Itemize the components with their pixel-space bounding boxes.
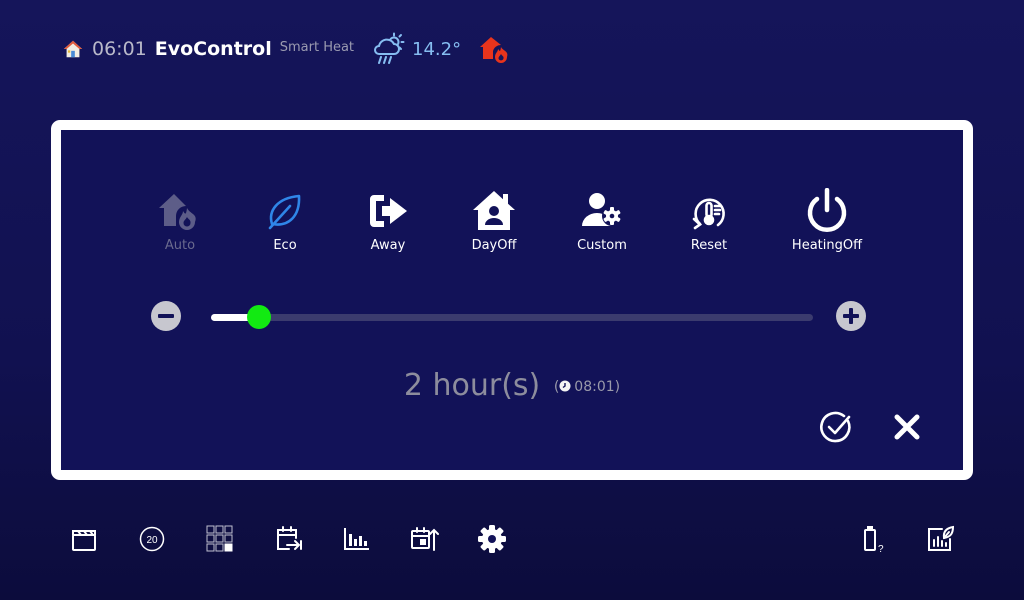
battery-status-button[interactable]: ? [852,518,892,560]
house-flame-icon [159,194,196,230]
app-name: EvoControl [154,38,272,60]
slider-knob[interactable] [247,305,272,329]
exit-arrow-icon [370,195,407,227]
duration-slider[interactable] [211,305,813,329]
mode-selector: Auto Eco Away DayOff Custom Reset Heatin… [61,188,963,268]
power-icon [807,188,847,232]
calendar-upload-button[interactable] [404,518,444,560]
duration-text: 2 hour(s) [403,368,541,403]
decrease-duration-button[interactable] [150,300,182,332]
svg-text:20: 20 [146,535,158,546]
mode-label: Reset [690,238,728,253]
zones-grid-button[interactable] [200,518,240,560]
cancel-button[interactable] [888,408,926,446]
mode-label: Eco [273,238,297,253]
cloud-rain-sun-icon [374,32,405,64]
setpoint-button[interactable]: 20 [132,518,172,560]
grid-icon [206,525,233,552]
calendar-up-icon [411,527,439,551]
status-bar: 06:01 EvoControl Smart Heat 14.2° [62,32,511,66]
mode-label: DayOff [471,238,517,253]
calendar-arrow-icon [277,526,302,550]
battery-question-icon: ? [864,526,884,554]
user-gear-icon [582,193,622,226]
number-20-icon: 20 [139,526,165,552]
app-subtitle: Smart Heat [279,39,355,55]
settings-button[interactable] [472,518,512,560]
confirm-button[interactable] [817,408,855,446]
schedule-button[interactable] [268,518,308,560]
clapperboard-icon [72,530,96,551]
mode-label: Auto [164,238,196,253]
duration-display: 2 hour(s) (08:01) [61,368,963,403]
mode-auto[interactable]: Auto [125,188,235,253]
mode-reset[interactable]: Reset [654,188,764,253]
mode-dialog: Auto Eco Away DayOff Custom Reset Heatin… [51,120,973,480]
mode-label: Away [370,238,406,253]
house-person-icon [473,191,515,230]
home-icon[interactable] [62,38,84,60]
clock-icon [559,380,571,392]
energy-report-button[interactable] [920,518,960,560]
house-flame-icon[interactable] [479,35,511,63]
until-time: (08:01) [553,379,621,395]
mode-custom[interactable]: Custom [547,188,657,253]
leaf-icon [268,194,301,230]
mode-dayoff[interactable]: DayOff [439,188,549,253]
until-time-value: 08:01 [574,379,615,395]
scenes-button[interactable] [64,518,104,560]
mode-heatingoff[interactable]: HeatingOff [772,188,882,253]
mode-away[interactable]: Away [333,188,443,253]
svg-text:?: ? [878,544,884,554]
chart-leaf-icon [928,525,955,551]
increase-duration-button[interactable] [835,300,867,332]
bottom-toolbar: 20 ? [0,518,1024,562]
mode-eco[interactable]: Eco [230,188,340,253]
reset-thermometer-icon [692,198,725,230]
statistics-button[interactable] [336,518,376,560]
mode-label: Custom [577,238,627,253]
bar-chart-icon [344,528,369,550]
gear-icon [478,525,506,553]
mode-label: HeatingOff [791,238,863,253]
outside-temperature: 14.2° [412,38,462,60]
clock-time: 06:01 [92,38,147,60]
